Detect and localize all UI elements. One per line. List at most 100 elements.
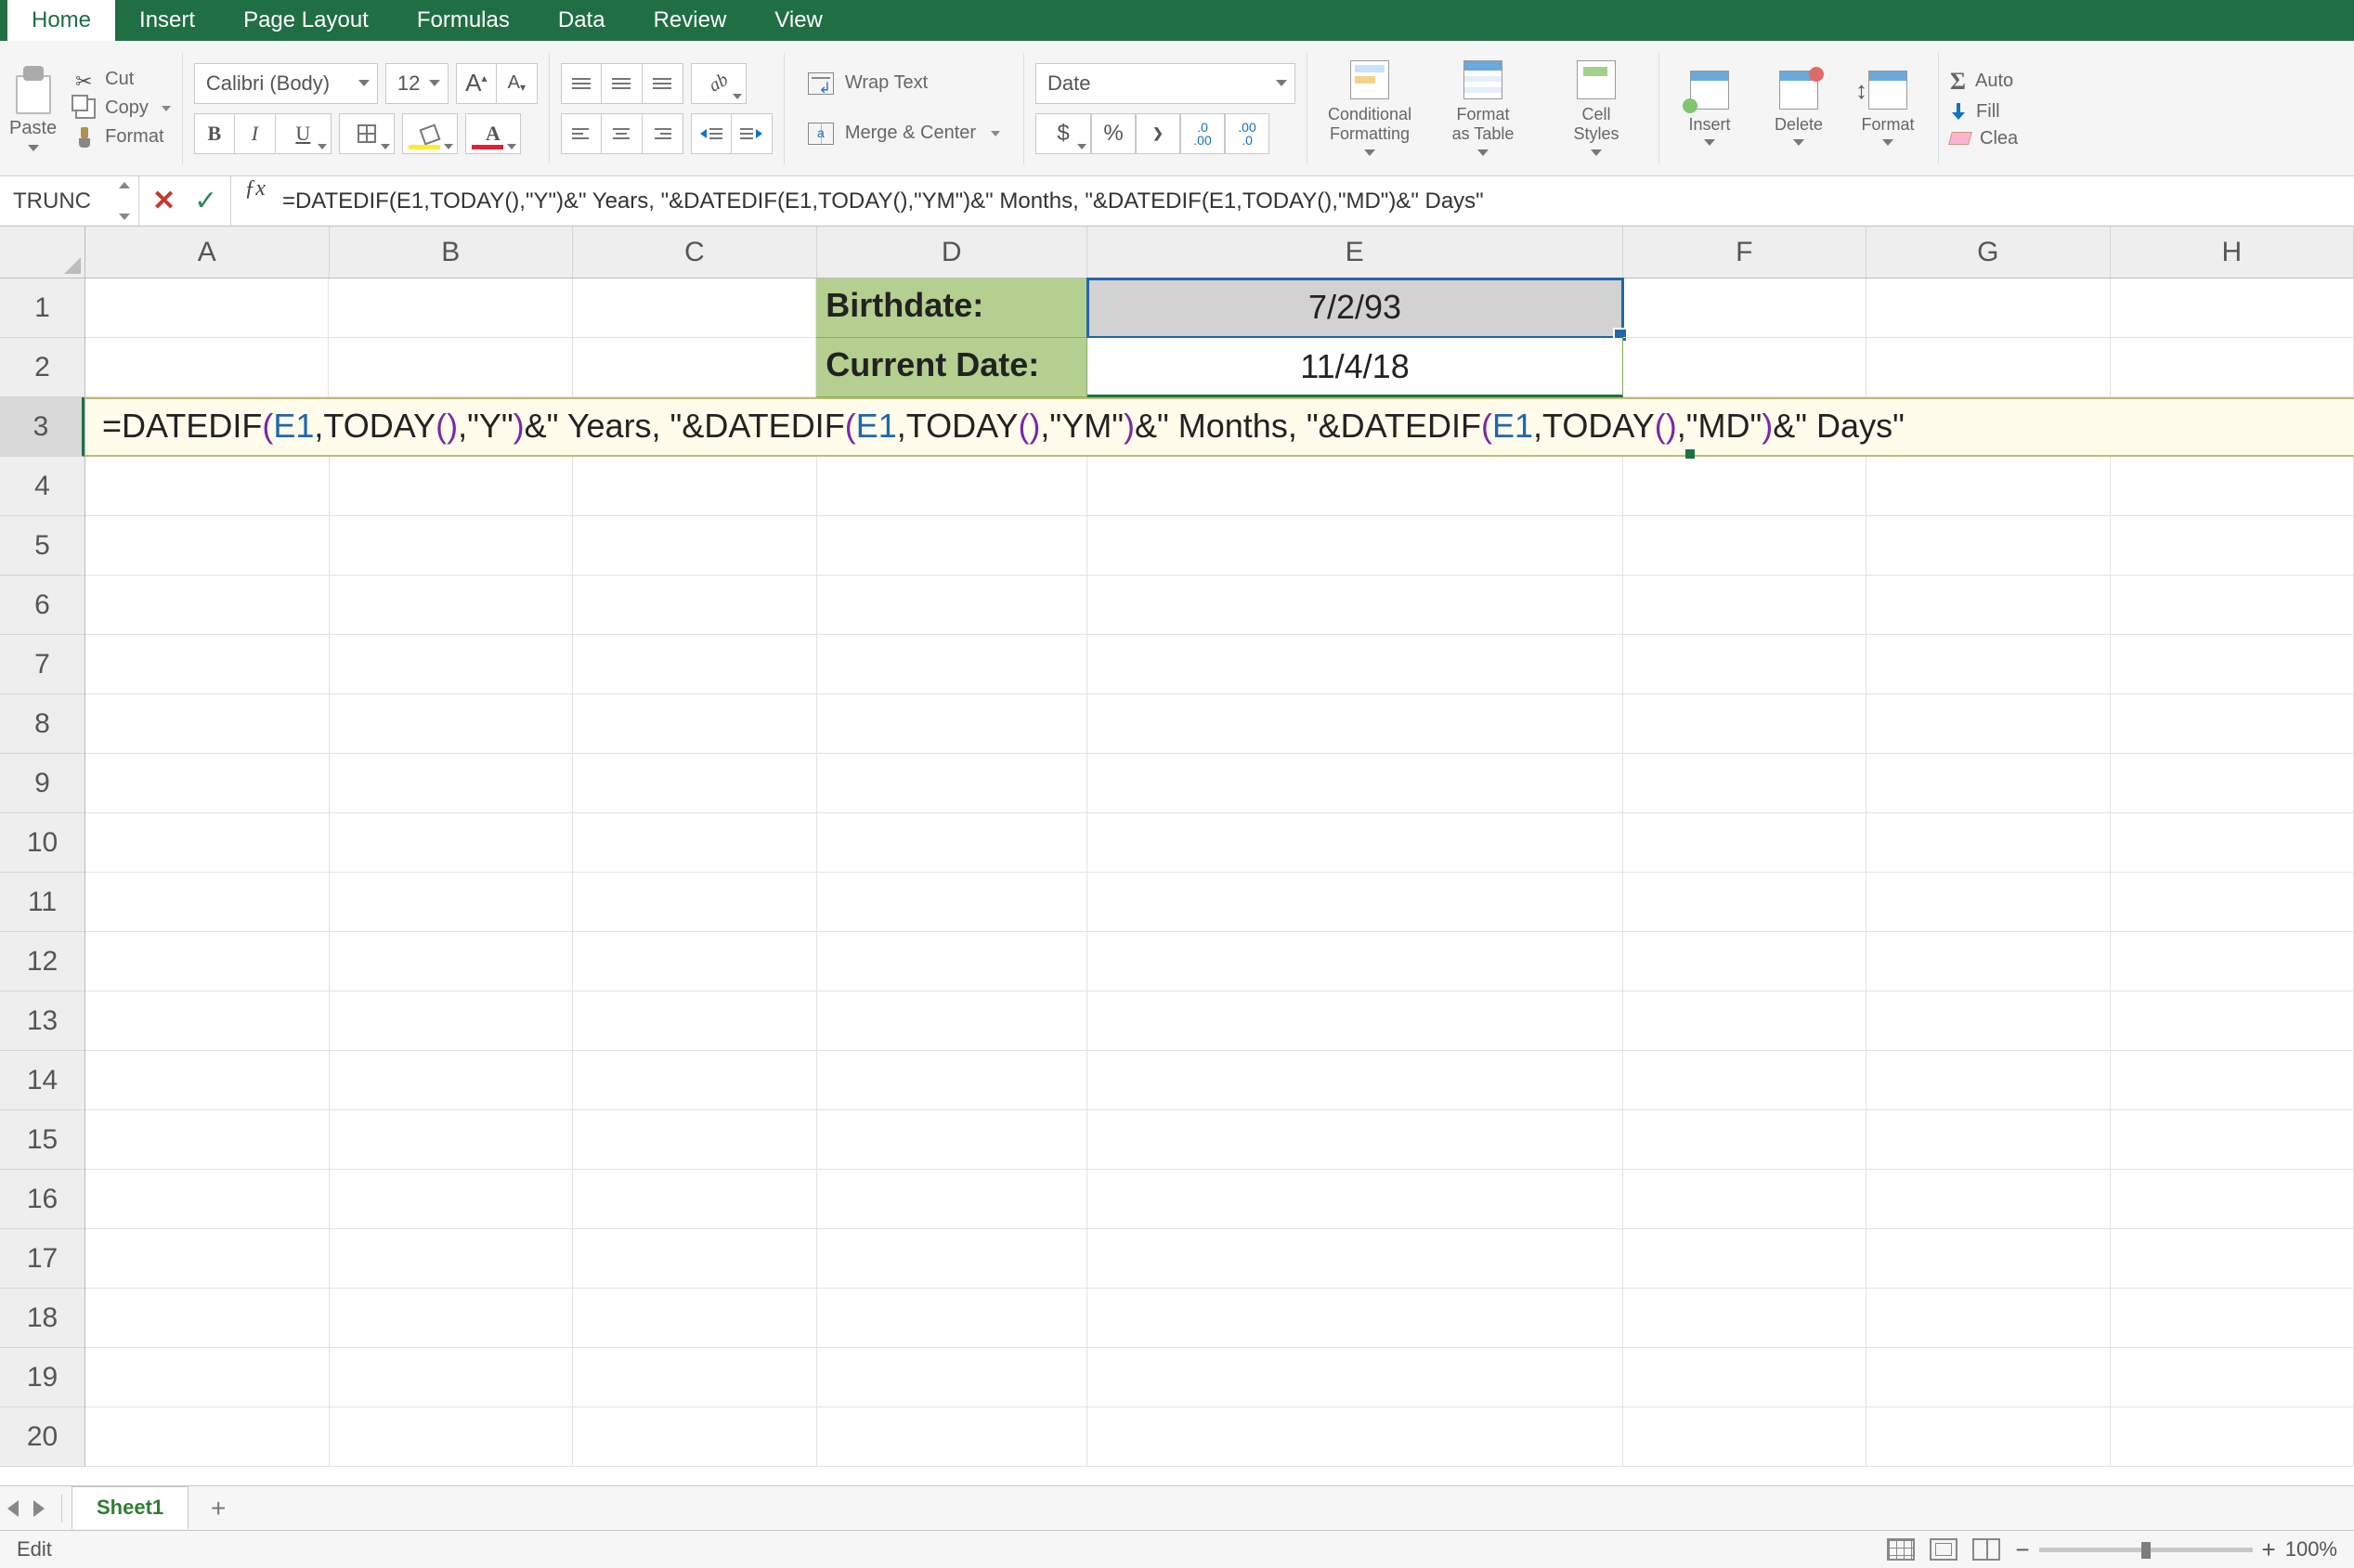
cell-D9[interactable] (817, 754, 1087, 813)
cell-A17[interactable] (85, 1229, 330, 1289)
cell-F2[interactable] (1623, 338, 1866, 397)
cell-A11[interactable] (85, 873, 330, 932)
cell-B6[interactable] (330, 576, 574, 635)
increase-indent-button[interactable] (732, 113, 773, 154)
cell-styles-button[interactable]: Cell Styles (1545, 53, 1647, 164)
cell-D10[interactable] (817, 813, 1087, 873)
cell-G10[interactable] (1866, 813, 2111, 873)
cell-D1[interactable]: Birthdate: (816, 279, 1087, 338)
cell-D14[interactable] (817, 1051, 1087, 1110)
cell-F11[interactable] (1623, 873, 1867, 932)
zoom-slider[interactable]: − + 100% (2015, 1536, 2337, 1564)
cell-G4[interactable] (1866, 457, 2111, 516)
cell-F20[interactable] (1623, 1407, 1867, 1467)
borders-split-button[interactable] (339, 113, 395, 154)
cell-B16[interactable] (330, 1170, 574, 1229)
cell-G8[interactable] (1866, 694, 2111, 754)
sheet-tab[interactable]: Sheet1 (72, 1486, 189, 1529)
row-header-15[interactable]: 15 (0, 1110, 85, 1170)
formula-input[interactable]: =DATEDIF(E1,TODAY(),"Y")&" Years, "&DATE… (279, 176, 2354, 226)
percent-button[interactable]: % (1091, 113, 1136, 154)
conditional-formatting-button[interactable]: Conditional Formatting (1319, 53, 1421, 164)
decrease-decimal-button[interactable]: .00 .0 (1225, 113, 1269, 154)
cell-B20[interactable] (330, 1407, 574, 1467)
number-format-combo[interactable]: Date (1035, 63, 1295, 104)
cell-G6[interactable] (1866, 576, 2111, 635)
cell-E17[interactable] (1087, 1229, 1623, 1289)
cell-G15[interactable] (1866, 1110, 2111, 1170)
cell-B9[interactable] (330, 754, 574, 813)
cell-G2[interactable] (1866, 338, 2110, 397)
copy-button[interactable]: Copy (75, 97, 171, 119)
zoom-in-button[interactable]: + (2262, 1536, 2276, 1564)
cell-D11[interactable] (817, 873, 1087, 932)
cell-B11[interactable] (330, 873, 574, 932)
align-top-button[interactable] (561, 63, 602, 104)
cell-F6[interactable] (1623, 576, 1867, 635)
cell-H1[interactable] (2111, 279, 2354, 338)
cell-E11[interactable] (1087, 873, 1623, 932)
cell-A8[interactable] (85, 694, 330, 754)
column-header-H[interactable]: H (2111, 227, 2354, 278)
ribbon-tab-data[interactable]: Data (534, 0, 630, 41)
cell-E13[interactable] (1087, 991, 1623, 1051)
row-header-19[interactable]: 19 (0, 1348, 85, 1407)
cell-B2[interactable] (329, 338, 572, 397)
column-header-C[interactable]: C (573, 227, 817, 278)
cell-G17[interactable] (1866, 1229, 2111, 1289)
align-left-button[interactable] (561, 113, 602, 154)
cell-C5[interactable] (573, 516, 817, 576)
cancel-formula-button[interactable]: ✕ (152, 185, 176, 217)
autosum-button[interactable]: ΣAuto (1950, 68, 2018, 96)
cell-G13[interactable] (1866, 991, 2111, 1051)
column-header-G[interactable]: G (1866, 227, 2111, 278)
cell-E12[interactable] (1087, 932, 1623, 991)
cell-E20[interactable] (1087, 1407, 1623, 1467)
cell-A15[interactable] (85, 1110, 330, 1170)
column-header-D[interactable]: D (817, 227, 1087, 278)
cell-F1[interactable] (1623, 279, 1866, 338)
cell-C8[interactable] (573, 694, 817, 754)
cell-F7[interactable] (1623, 635, 1867, 694)
cells-grid[interactable]: Birthdate:7/2/93Current Date:11/4/18=DAT… (85, 279, 2354, 1485)
cell-F9[interactable] (1623, 754, 1867, 813)
cell-B14[interactable] (330, 1051, 574, 1110)
fill-button[interactable]: Fill (1950, 101, 2018, 123)
add-sheet-button[interactable]: + (202, 1492, 235, 1525)
align-right-button[interactable] (643, 113, 683, 154)
cell-A18[interactable] (85, 1289, 330, 1348)
row-header-1[interactable]: 1 (0, 279, 85, 338)
row-header-10[interactable]: 10 (0, 813, 85, 873)
cell-H12[interactable] (2111, 932, 2354, 991)
cell-D4[interactable] (817, 457, 1087, 516)
cell-C10[interactable] (573, 813, 817, 873)
cell-C18[interactable] (573, 1289, 817, 1348)
row-header-6[interactable]: 6 (0, 576, 85, 635)
cell-G5[interactable] (1866, 516, 2111, 576)
accounting-format-split-button[interactable]: $ (1035, 113, 1091, 154)
cell-H8[interactable] (2111, 694, 2354, 754)
name-box[interactable]: TRUNC (0, 176, 139, 226)
cell-C11[interactable] (573, 873, 817, 932)
ribbon-tab-page-layout[interactable]: Page Layout (219, 0, 393, 41)
accept-formula-button[interactable]: ✓ (194, 185, 217, 217)
row-header-8[interactable]: 8 (0, 694, 85, 754)
cell-H13[interactable] (2111, 991, 2354, 1051)
cell-D2[interactable]: Current Date: (816, 338, 1087, 397)
cell-A7[interactable] (85, 635, 330, 694)
ribbon-tab-home[interactable]: Home (7, 0, 115, 41)
cell-C7[interactable] (573, 635, 817, 694)
row-header-5[interactable]: 5 (0, 516, 85, 576)
ribbon-tab-insert[interactable]: Insert (115, 0, 219, 41)
cell-A12[interactable] (85, 932, 330, 991)
cell-H14[interactable] (2111, 1051, 2354, 1110)
row-header-7[interactable]: 7 (0, 635, 85, 694)
decrease-indent-button[interactable] (691, 113, 732, 154)
cell-H15[interactable] (2111, 1110, 2354, 1170)
cell-C20[interactable] (573, 1407, 817, 1467)
cell-D20[interactable] (817, 1407, 1087, 1467)
ribbon-tab-view[interactable]: View (750, 0, 847, 41)
cell-D15[interactable] (817, 1110, 1087, 1170)
orientation-split-button[interactable]: ab (691, 63, 747, 104)
cell-B13[interactable] (330, 991, 574, 1051)
